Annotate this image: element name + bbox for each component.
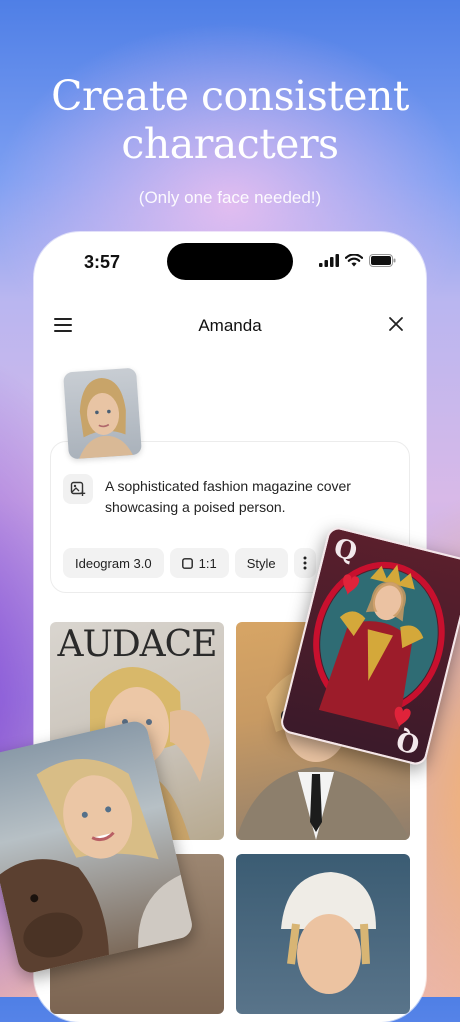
ratio-chip-label: 1:1	[198, 555, 217, 571]
option-chips: Ideogram 3.0 1:1 Style	[63, 548, 316, 578]
square-icon	[181, 557, 193, 569]
signal-icon	[319, 254, 339, 267]
ratio-chip[interactable]: 1:1	[169, 548, 229, 578]
model-chip[interactable]: Ideogram 3.0	[63, 548, 164, 578]
reference-face-thumbnail[interactable]	[63, 367, 142, 460]
battery-icon	[369, 254, 396, 267]
add-image-button[interactable]	[63, 474, 93, 504]
face-illustration	[79, 377, 133, 459]
page-title: Amanda	[198, 316, 262, 335]
style-chip-label: Style	[246, 555, 276, 571]
dynamic-island	[167, 243, 293, 280]
nav-bar: Amanda	[34, 312, 426, 342]
model-chip-label: Ideogram 3.0	[75, 555, 152, 571]
add-image-icon	[70, 481, 86, 496]
wifi-icon	[345, 254, 363, 267]
more-vertical-icon	[303, 556, 307, 570]
status-icons	[319, 254, 396, 267]
status-time: 3:57	[84, 252, 121, 272]
style-chip[interactable]: Style	[234, 548, 288, 578]
prompt-text[interactable]: A sophisticated fashion magazine cover s…	[105, 476, 375, 518]
gallery-image-beanie[interactable]	[236, 854, 410, 1014]
portrait-illustration	[281, 872, 376, 994]
close-icon[interactable]	[388, 316, 404, 332]
headline-line-2: characters	[121, 120, 339, 168]
subheadline: (Only one face needed!)	[138, 188, 322, 207]
headline: Create consistent characters	[0, 72, 460, 168]
more-options-button[interactable]	[293, 548, 316, 578]
headline-line-1: Create consistent	[51, 72, 409, 120]
